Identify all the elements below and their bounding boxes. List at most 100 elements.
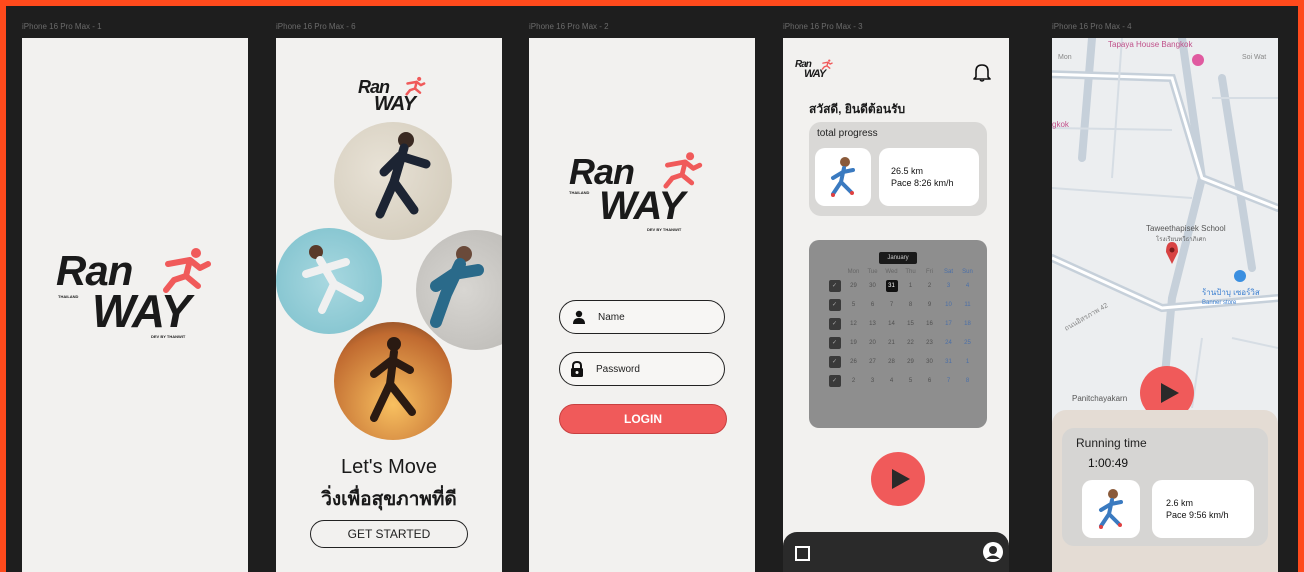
calendar-day[interactable]: 8 xyxy=(901,295,920,314)
progress-stats: 26.5 km Pace 8:26 km/h xyxy=(879,148,979,206)
frame-label: iPhone 16 Pro Max - 2 xyxy=(529,22,609,31)
calendar-day[interactable]: 8 xyxy=(958,371,977,390)
distance-value: 2.6 km xyxy=(1166,498,1194,508)
calendar-day[interactable]: 27 xyxy=(863,352,882,371)
calendar-day[interactable]: 4 xyxy=(882,371,901,390)
running-stats: 2.6 km Pace 9:56 km/h xyxy=(1152,480,1254,538)
running-card: Running time 1:00:49 2.6 km Pace 9:56 km… xyxy=(1062,428,1268,546)
calendar-day[interactable]: 16 xyxy=(920,314,939,333)
calendar-day[interactable]: 6 xyxy=(920,371,939,390)
calendar-day[interactable]: 30 xyxy=(863,276,882,295)
calendar-day[interactable]: 15 xyxy=(901,314,920,333)
home-tab-icon[interactable] xyxy=(795,546,810,561)
bell-icon[interactable] xyxy=(973,62,991,82)
runner-avatar xyxy=(815,148,871,206)
subheadline: วิ่งเพื่อสุขภาพที่ดี xyxy=(321,489,457,510)
get-started-button[interactable]: GET STARTED xyxy=(310,520,468,548)
map-label-panitchayakarn: Panitchayakarn xyxy=(1072,394,1128,403)
calendar-grid: Mon Tue Wed Thu Fri Sat Sun ✓ 29 30 31 1 xyxy=(825,268,977,390)
name-field[interactable]: Name xyxy=(559,300,725,334)
runner-photo xyxy=(416,230,502,350)
map-label-road2: Soi Wat xyxy=(1242,54,1267,61)
calendar-day[interactable]: 24 xyxy=(939,333,958,352)
runway-logo: Ran THAILAND WAY DEV BY THANWIT xyxy=(56,248,216,340)
profile-icon[interactable] xyxy=(983,542,1003,562)
map-view[interactable] xyxy=(1052,38,1278,408)
calendar-day[interactable]: 6 xyxy=(863,295,882,314)
calendar-day[interactable]: 13 xyxy=(863,314,882,333)
runner-icon xyxy=(163,248,211,293)
running-time: 1:00:49 xyxy=(1088,456,1129,470)
calendar-day[interactable]: 23 xyxy=(920,333,939,352)
runner-photo xyxy=(334,322,452,440)
onboarding-screen: Ran WAY Let's Move วิ่งเพื่อสุขภาพที่ดี … xyxy=(276,38,502,572)
play-button[interactable] xyxy=(871,452,925,506)
calendar-day[interactable]: 10 xyxy=(939,295,958,314)
lock-icon xyxy=(571,361,583,377)
week-checkbox[interactable]: ✓ xyxy=(828,374,841,387)
runner-icon xyxy=(405,76,426,96)
calendar-day[interactable]: 7 xyxy=(882,295,901,314)
password-field[interactable]: Password xyxy=(559,352,725,386)
calendar-day[interactable]: 1 xyxy=(958,352,977,371)
bottom-nav xyxy=(783,532,1009,572)
calendar-day[interactable]: 14 xyxy=(882,314,901,333)
calendar-widget: January Mon Tue Wed Thu Fri Sat Sun ✓ 29 xyxy=(809,240,987,428)
week-checkbox[interactable]: ✓ xyxy=(828,298,841,311)
calendar-day[interactable]: 30 xyxy=(920,352,939,371)
calendar-day[interactable]: 11 xyxy=(958,295,977,314)
headline: Let's Move xyxy=(340,456,438,478)
calendar-day[interactable]: 5 xyxy=(844,295,863,314)
calendar-day[interactable]: 22 xyxy=(901,333,920,352)
map-label-store: ร้านป้าบุ เซอร์วิส Banner store xyxy=(1202,288,1260,306)
user-icon xyxy=(573,310,585,324)
running-title: Running time xyxy=(1076,436,1147,450)
map-screen: Tapaya House Bangkok gkok Mon Soi Wat Ta… xyxy=(1052,38,1278,572)
design-canvas: iPhone 16 Pro Max - 1 iPhone 16 Pro Max … xyxy=(6,6,1298,572)
calendar-day[interactable]: 21 xyxy=(882,333,901,352)
runner-icon xyxy=(663,152,703,189)
calendar-day[interactable]: 28 xyxy=(882,352,901,371)
calendar-day[interactable]: 20 xyxy=(863,333,882,352)
calendar-day[interactable]: 2 xyxy=(844,371,863,390)
calendar-day[interactable]: 1 xyxy=(901,276,920,295)
calendar-day[interactable]: 5 xyxy=(901,371,920,390)
calendar-day[interactable]: 19 xyxy=(844,333,863,352)
runway-logo: Ran WAY xyxy=(358,76,428,118)
week-checkbox[interactable]: ✓ xyxy=(828,279,841,292)
calendar-day[interactable]: 3 xyxy=(863,371,882,390)
calendar-day[interactable]: 7 xyxy=(939,371,958,390)
calendar-day[interactable]: 29 xyxy=(844,276,863,295)
calendar-day[interactable]: 25 xyxy=(958,333,977,352)
map-label-edge2: Mon xyxy=(1058,54,1072,61)
runner-photo xyxy=(334,122,452,240)
login-button[interactable]: LOGIN xyxy=(559,404,727,434)
login-screen: Ran THAILAND WAY DEV BY THANWIT Name Pas… xyxy=(529,38,755,572)
map-label-school-th: โรงเรียนทวีธาภิเศก xyxy=(1156,237,1207,243)
calendar-day[interactable]: 29 xyxy=(901,352,920,371)
calendar-day[interactable]: 31 xyxy=(939,352,958,371)
week-checkbox[interactable]: ✓ xyxy=(828,355,841,368)
home-screen: Ran WAY สวัสดี, ยินดีต้อนรับ total progr… xyxy=(783,38,1009,572)
calendar-day[interactable]: 18 xyxy=(958,314,977,333)
week-checkbox[interactable]: ✓ xyxy=(828,336,841,349)
calendar-day[interactable]: 12 xyxy=(844,314,863,333)
calendar-day[interactable]: 4 xyxy=(958,276,977,295)
calendar-day[interactable]: 26 xyxy=(844,352,863,371)
frame-label: iPhone 16 Pro Max - 3 xyxy=(783,22,863,31)
distance-value: 26.5 km xyxy=(891,166,924,176)
calendar-day[interactable]: 3 xyxy=(939,276,958,295)
calendar-day-selected[interactable]: 31 xyxy=(885,279,898,292)
progress-card: total progress 26.5 km Pace 8:26 km/h xyxy=(809,122,987,216)
splash-screen: Ran THAILAND WAY DEV BY THANWIT xyxy=(22,38,248,572)
calendar-month[interactable]: January xyxy=(879,252,917,264)
map-label-school: Taweethapisek School xyxy=(1146,224,1226,233)
pace-value: Pace 9:56 km/h xyxy=(1166,510,1229,520)
runway-logo: Ran WAY xyxy=(795,59,835,82)
calendar-day[interactable]: 2 xyxy=(920,276,939,295)
calendar-day[interactable]: 9 xyxy=(920,295,939,314)
week-checkbox[interactable]: ✓ xyxy=(828,317,841,330)
runner-icon xyxy=(821,59,833,70)
calendar-day[interactable]: 17 xyxy=(939,314,958,333)
runner-avatar xyxy=(1082,480,1140,538)
